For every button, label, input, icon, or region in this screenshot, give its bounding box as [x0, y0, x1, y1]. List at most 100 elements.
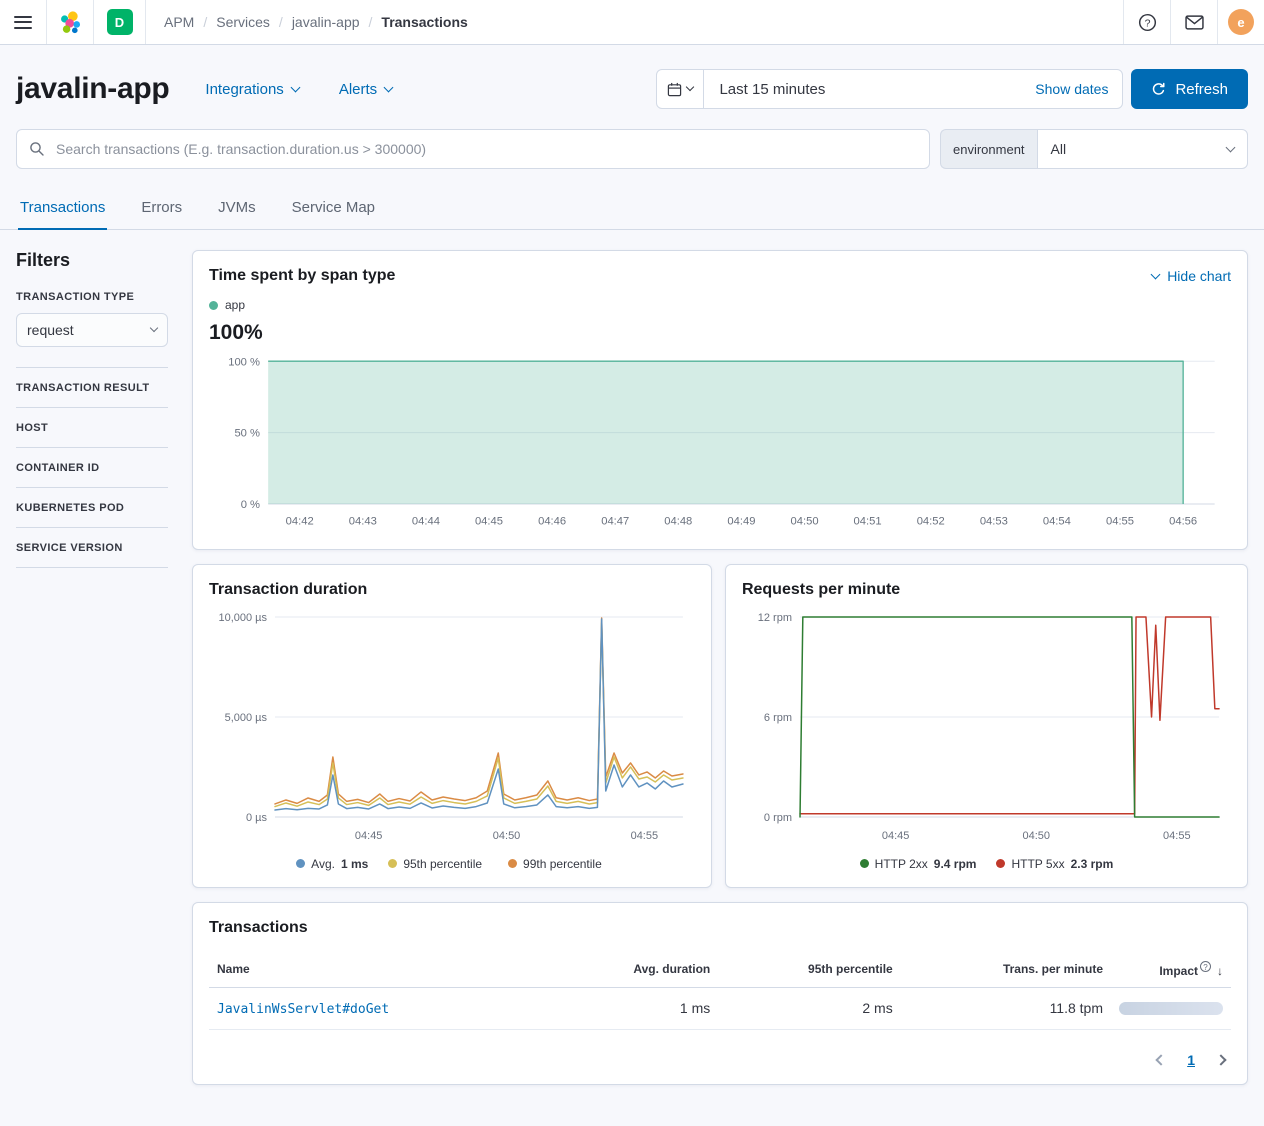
refresh-button[interactable]: Refresh: [1131, 69, 1248, 109]
calendar-menu-button[interactable]: [657, 70, 704, 108]
menu-cell[interactable]: [0, 0, 47, 44]
column-header-impact[interactable]: Impact?↓: [1111, 951, 1231, 988]
alerts-dropdown[interactable]: Alerts: [339, 81, 392, 98]
legend-label-app[interactable]: app: [225, 298, 245, 312]
integrations-dropdown[interactable]: Integrations: [205, 81, 298, 98]
transactions-table: Name Avg. duration 95th percentile Trans…: [209, 951, 1231, 1030]
span-type-panel: Time spent by span type Hide chart app 1…: [192, 250, 1248, 550]
environment-select[interactable]: All: [1037, 129, 1248, 169]
top-bar: D APM / Services / javalin-app / Transac…: [0, 0, 1264, 45]
filter-section-container-id[interactable]: CONTAINER ID: [16, 448, 168, 488]
mail-icon[interactable]: [1185, 15, 1204, 30]
breadcrumb-service-name[interactable]: javalin-app: [292, 14, 360, 30]
filter-section-transaction-result[interactable]: TRANSACTION RESULT: [16, 368, 168, 408]
span-type-title: Time spent by span type: [209, 267, 395, 285]
svg-text:04:48: 04:48: [664, 515, 692, 527]
svg-text:04:55: 04:55: [1163, 830, 1191, 842]
column-header-name[interactable]: Name: [209, 951, 550, 988]
svg-text:04:45: 04:45: [882, 830, 910, 842]
cell-95th-percentile: 2 ms: [718, 987, 900, 1029]
svg-text:04:46: 04:46: [538, 515, 566, 527]
transaction-duration-title: Transaction duration: [209, 581, 695, 599]
time-range-value[interactable]: Last 15 minutes: [704, 81, 1035, 98]
service-header: javalin-app Integrations Alerts Last 15 …: [0, 45, 1264, 129]
column-header-trans-per-minute[interactable]: Trans. per minute: [901, 951, 1111, 988]
legend-dot-avg: [296, 859, 305, 868]
user-avatar[interactable]: e: [1228, 9, 1254, 35]
filters-sidebar: Filters TRANSACTION TYPE request TRANSAC…: [16, 250, 168, 1085]
info-icon[interactable]: ?: [1200, 961, 1211, 972]
charts-row: Transaction duration 0 µs5,000 µs10,000 …: [192, 564, 1248, 888]
svg-text:?: ?: [1144, 17, 1150, 29]
next-page-icon[interactable]: [1215, 1054, 1226, 1065]
content-area: Filters TRANSACTION TYPE request TRANSAC…: [0, 230, 1264, 1113]
tab-transactions[interactable]: Transactions: [18, 189, 107, 230]
search-icon: [29, 141, 45, 157]
time-controls: Last 15 minutes Show dates Refresh: [656, 69, 1248, 109]
span-type-chart[interactable]: 0 %50 %100 %04:4204:4304:4404:4504:4604:…: [209, 351, 1231, 533]
breadcrumb-transactions: Transactions: [381, 14, 467, 30]
tab-errors[interactable]: Errors: [139, 189, 184, 229]
sort-desc-icon[interactable]: ↓: [1217, 964, 1223, 978]
legend-95th-percentile[interactable]: 95th percentile: [388, 857, 488, 871]
page-title: javalin-app: [16, 72, 169, 106]
search-transactions-input[interactable]: [54, 140, 917, 158]
help-icon[interactable]: ?: [1138, 13, 1157, 32]
pagination: 1: [209, 1052, 1231, 1068]
legend-dot-95th: [388, 859, 397, 868]
chevron-down-icon: [1226, 142, 1236, 152]
legend-http-2xx[interactable]: HTTP 2xx 9.4 rpm: [860, 857, 977, 871]
svg-text:04:45: 04:45: [475, 515, 503, 527]
transaction-type-select[interactable]: request: [16, 313, 168, 347]
elastic-logo-cell[interactable]: [47, 0, 94, 44]
transaction-name-link[interactable]: JavalinWsServlet#doGet: [217, 1002, 389, 1017]
transaction-duration-chart[interactable]: 0 µs5,000 µs10,000 µs04:4504:5004:55: [209, 605, 695, 847]
filter-section-service-version[interactable]: SERVICE VERSION: [16, 528, 168, 568]
search-row: environment All: [0, 129, 1264, 169]
column-header-avg-duration[interactable]: Avg. duration: [550, 951, 718, 988]
requests-per-minute-chart[interactable]: 0 rpm6 rpm12 rpm04:4504:5004:55: [742, 605, 1231, 847]
filter-section-host[interactable]: HOST: [16, 408, 168, 448]
svg-text:04:56: 04:56: [1169, 515, 1197, 527]
legend-dot-99th: [508, 859, 517, 868]
legend-dot-http2xx: [860, 859, 869, 868]
svg-text:04:53: 04:53: [980, 515, 1008, 527]
hide-chart-toggle[interactable]: Hide chart: [1152, 268, 1231, 284]
environment-label: environment: [940, 129, 1037, 169]
search-box: [16, 129, 930, 169]
legend-99th-percentile[interactable]: 99th percentile: [508, 857, 608, 871]
svg-text:04:44: 04:44: [412, 515, 440, 527]
show-dates-link[interactable]: Show dates: [1035, 81, 1122, 97]
page-number[interactable]: 1: [1187, 1052, 1195, 1068]
breadcrumb-services[interactable]: Services: [216, 14, 270, 30]
legend-avg[interactable]: Avg. 1 ms: [296, 857, 368, 871]
chevron-down-icon: [1151, 269, 1161, 279]
breadcrumb: APM / Services / javalin-app / Transacti…: [164, 0, 1123, 44]
breadcrumb-separator: /: [203, 14, 207, 30]
svg-text:04:55: 04:55: [631, 830, 659, 842]
transactions-table-title: Transactions: [209, 919, 1231, 937]
breadcrumb-apm[interactable]: APM: [164, 14, 194, 30]
help-cell[interactable]: ?: [1123, 0, 1170, 44]
previous-page-icon[interactable]: [1156, 1054, 1167, 1065]
svg-text:04:50: 04:50: [493, 830, 521, 842]
filter-section-kubernetes-pod[interactable]: KUBERNETES POD: [16, 488, 168, 528]
svg-text:0 µs: 0 µs: [246, 812, 267, 824]
account-cell[interactable]: e: [1217, 0, 1264, 44]
tab-jvms[interactable]: JVMs: [216, 189, 258, 229]
legend-http-5xx[interactable]: HTTP 5xx 2.3 rpm: [996, 857, 1113, 871]
hamburger-menu-icon[interactable]: [14, 16, 32, 29]
deployment-cell[interactable]: D: [94, 0, 146, 44]
chevron-down-icon: [290, 82, 300, 92]
rpm-chart-legend: HTTP 2xx 9.4 rpm HTTP 5xx 2.3 rpm: [742, 857, 1231, 871]
cell-trans-per-minute: 11.8 tpm: [901, 987, 1111, 1029]
column-header-95th-percentile[interactable]: 95th percentile: [718, 951, 900, 988]
newsfeed-cell[interactable]: [1170, 0, 1217, 44]
breadcrumb-separator: /: [279, 14, 283, 30]
cell-avg-duration: 1 ms: [550, 987, 718, 1029]
svg-text:04:49: 04:49: [727, 515, 755, 527]
chevron-down-icon: [384, 82, 394, 92]
tab-service-map[interactable]: Service Map: [290, 189, 377, 229]
svg-text:5,000 µs: 5,000 µs: [225, 712, 268, 724]
deployment-badge[interactable]: D: [107, 9, 133, 35]
